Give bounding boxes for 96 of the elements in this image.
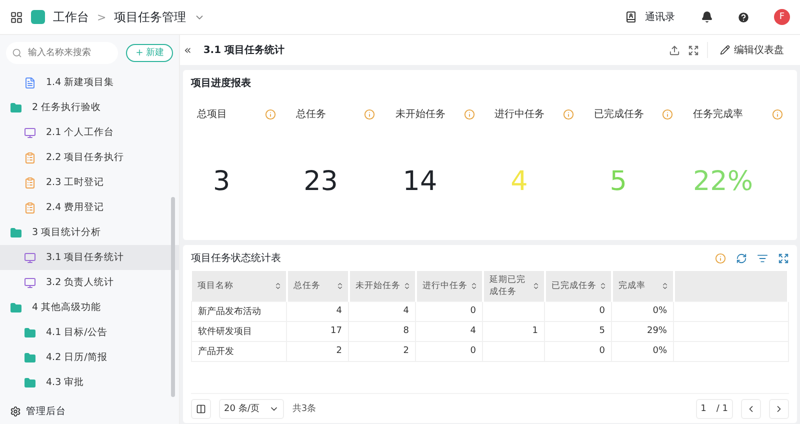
table-cell: 0 xyxy=(544,301,612,321)
columns-button[interactable] xyxy=(191,398,211,418)
stat-label: 任务完成率 xyxy=(692,108,743,121)
sidebar-item[interactable]: 4.1 目标/公告 xyxy=(0,320,179,345)
stat-label: 进行中任务 xyxy=(494,108,545,121)
stat-value: 5 xyxy=(608,166,628,197)
contacts-link[interactable]: 通讯录 xyxy=(645,10,675,24)
column-header[interactable]: 项目名称 xyxy=(192,271,286,301)
column-header[interactable]: 进行中任务 xyxy=(416,271,482,301)
table-cell: 17 xyxy=(286,321,348,341)
fullscreen-icon[interactable] xyxy=(778,252,789,264)
table-cell: 4 xyxy=(416,321,482,341)
admin-link[interactable]: 管理后台 xyxy=(26,404,66,418)
form-icon xyxy=(24,202,36,214)
folder-icon xyxy=(10,102,22,114)
stat-label: 总项目 xyxy=(197,108,227,121)
stat-value: 4 xyxy=(510,166,529,197)
monitor-icon xyxy=(24,252,36,264)
sidebar-item[interactable]: 1.4 新建项目集 xyxy=(0,70,179,95)
logo-icon xyxy=(31,10,45,24)
search-input[interactable]: 输入名称来搜索 xyxy=(26,46,96,58)
folder-icon xyxy=(10,302,22,314)
search-field[interactable]: 输入名称来搜索 xyxy=(6,42,118,64)
sidebar-item[interactable]: 3.1 项目任务统计 xyxy=(0,245,179,270)
sidebar-item[interactable]: 4.2 日历/简报 xyxy=(0,345,179,370)
card-title: 项目任务状态统计表 xyxy=(191,252,281,265)
column-header[interactable]: 未开始任务 xyxy=(348,271,416,301)
share-icon[interactable] xyxy=(669,44,680,56)
breadcrumb-separator: > xyxy=(97,10,106,24)
page-title: 3.1 项目任务统计 xyxy=(203,44,285,57)
user-avatar[interactable]: F xyxy=(774,9,790,25)
search-icon xyxy=(12,48,22,58)
sidebar-item[interactable]: 2.3 工时登记 xyxy=(0,170,179,195)
total-count: 共3条 xyxy=(292,402,316,415)
folder-icon xyxy=(10,226,22,238)
card-title: 项目进度报表 xyxy=(191,76,251,90)
stat-label: 总任务 xyxy=(296,108,326,121)
sidebar-group[interactable]: 4 其他高级功能 xyxy=(0,295,179,320)
form-icon xyxy=(24,152,36,164)
table-cell: 0% xyxy=(612,341,674,361)
fullscreen-icon[interactable] xyxy=(688,44,699,56)
table-cell: 2 xyxy=(286,341,348,361)
pencil-icon xyxy=(720,45,730,55)
folder-icon xyxy=(24,376,36,388)
contacts-icon[interactable] xyxy=(625,11,637,23)
table-cell: 8 xyxy=(348,321,416,341)
folder-icon xyxy=(24,326,36,338)
apps-icon[interactable] xyxy=(10,10,23,24)
stat-value: 14 xyxy=(402,166,438,197)
column-header[interactable]: 延期已完成任务 xyxy=(482,271,544,301)
sidebar-item[interactable]: 4.3 审批 xyxy=(0,370,179,395)
table-cell: 软件研发项目 xyxy=(192,321,286,341)
table-cell: 新产品发布活动 xyxy=(192,301,286,321)
column-header[interactable]: 已完成任务 xyxy=(544,271,612,301)
stat-label: 未开始任务 xyxy=(395,108,446,121)
help-icon[interactable] xyxy=(737,10,750,24)
breadcrumb-current[interactable]: 项目任务管理 xyxy=(114,8,186,26)
table-cell: 0 xyxy=(416,341,482,361)
sidebar-item[interactable]: 2.4 费用登记 xyxy=(0,195,179,220)
stat-value: 23 xyxy=(302,166,339,197)
sidebar-item[interactable]: 2.2 项目任务执行 xyxy=(0,145,179,170)
sidebar-group[interactable]: 2 任务执行验收 xyxy=(0,95,179,120)
bell-icon[interactable] xyxy=(701,11,713,23)
page-indicator[interactable]: 1 / 1 xyxy=(696,398,733,418)
table-cell: 4 xyxy=(286,301,348,321)
table-cell: 2 xyxy=(348,341,416,361)
column-header[interactable]: 总任务 xyxy=(286,271,348,301)
table-cell: 产品开发 xyxy=(192,341,286,361)
plus-icon xyxy=(135,48,144,57)
sidebar-item[interactable]: 3.2 负责人统计 xyxy=(0,270,179,295)
app-name[interactable]: 工作台 xyxy=(53,8,89,26)
column-header[interactable]: 完成率 xyxy=(612,271,674,301)
table-cell: 0 xyxy=(416,301,482,321)
collapse-button[interactable]: « xyxy=(180,43,196,57)
page-size-select[interactable]: 20 条/页 xyxy=(219,398,284,418)
table-cell: 29% xyxy=(612,321,674,341)
edit-dashboard-button[interactable]: 编辑仪表盘 xyxy=(707,42,790,58)
table-cell: 5 xyxy=(544,321,612,341)
settings-icon xyxy=(10,406,21,416)
document-icon xyxy=(24,76,36,88)
form-icon xyxy=(24,176,36,188)
table-cell: 0% xyxy=(612,301,674,321)
table-cell: 1 xyxy=(482,321,544,341)
table-cell: 0 xyxy=(544,341,612,361)
monitor-icon xyxy=(24,126,36,138)
sidebar-group[interactable]: 3 项目统计分析 xyxy=(0,220,179,245)
sidebar-item[interactable]: 2.1 个人工作台 xyxy=(0,120,179,145)
stat-label: 已完成任务 xyxy=(594,108,644,121)
refresh-icon[interactable] xyxy=(736,252,747,264)
columns-icon xyxy=(196,404,206,414)
stat-value: 22% xyxy=(692,166,754,197)
stat-value: 3 xyxy=(212,166,232,197)
table-cell: 4 xyxy=(348,301,416,321)
monitor-icon xyxy=(24,276,36,288)
scrollbar[interactable] xyxy=(171,197,175,397)
folder-icon xyxy=(24,352,36,364)
